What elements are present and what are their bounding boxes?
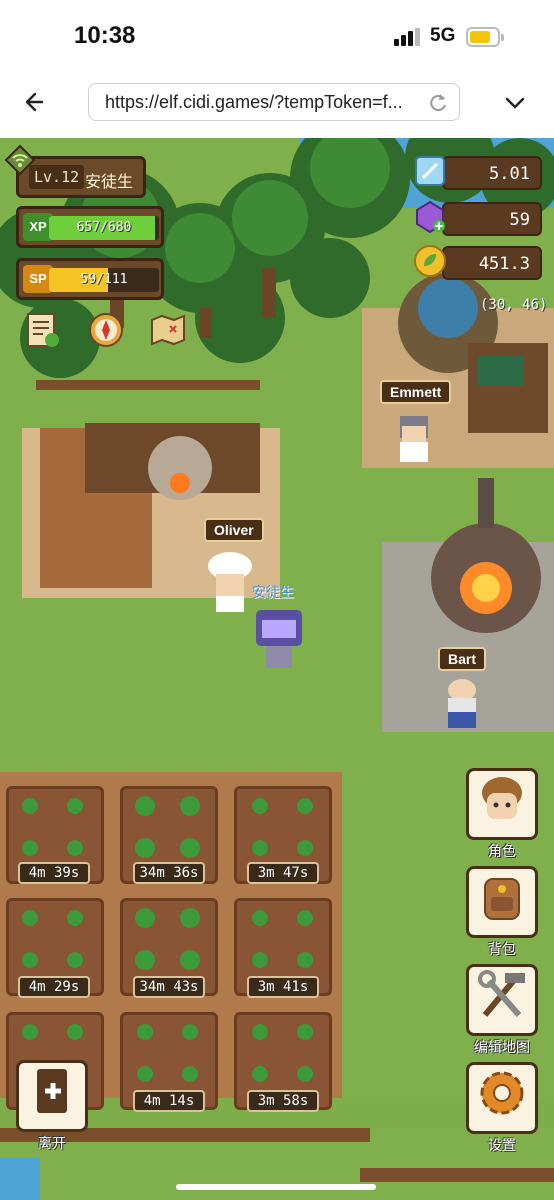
browser-toolbar: https://elf.cidi.games/?tempToken=f... [0, 76, 554, 139]
backpack-button-label: 背包 [488, 941, 516, 957]
npc-bart-sprite[interactable] [440, 676, 484, 732]
compass-icon[interactable] [86, 310, 126, 350]
xp-panel: XP 657/680 [16, 206, 164, 248]
address-bar[interactable]: https://elf.cidi.games/?tempToken=f... [88, 83, 460, 121]
gear-icon [480, 1071, 524, 1115]
player-name: 安徒生 [85, 174, 134, 191]
crop-timer: 3m 41s [247, 976, 319, 998]
back-arrow-icon[interactable] [22, 88, 50, 116]
character-button[interactable]: 角色 [466, 768, 538, 859]
url-text: https://elf.cidi.games/?tempToken=f... [105, 92, 403, 112]
crystal-value: 5.01 [489, 164, 530, 184]
gem-value: 59 [509, 210, 530, 230]
chevron-down-icon[interactable] [502, 90, 528, 116]
crop-timer: 4m 14s [133, 1090, 205, 1112]
settings-button-label: 设置 [488, 1137, 516, 1153]
status-bar: 10:38 5G [0, 0, 554, 76]
crop-timer: 34m 43s [133, 976, 205, 998]
status-time: 10:38 [74, 22, 136, 49]
leaf-coin-icon [414, 245, 446, 277]
crop-timer: 4m 39s [18, 862, 90, 884]
player-name-label: 安徒生 [252, 584, 294, 600]
edit-map-button[interactable]: 编辑地图 [466, 964, 538, 1055]
npc-oliver-label: Oliver [204, 518, 264, 542]
game-canvas[interactable]: 4m 39s 34m 36s 3m 47s 4m 29s 34m 43s 3m … [0, 138, 554, 1200]
edit-map-button-label: 编辑地图 [474, 1039, 530, 1055]
crop-timer: 34m 36s [133, 862, 205, 884]
wifi-icon [4, 144, 36, 176]
battery-icon [466, 27, 504, 47]
coin-value: 451.3 [478, 254, 530, 274]
purple-gem-icon[interactable] [413, 200, 447, 234]
crop-timer: 3m 47s [247, 862, 319, 884]
level-label: Lv.12 [29, 165, 85, 189]
ice-crystal-icon [415, 156, 445, 186]
npc-emmett-sprite[interactable] [392, 410, 436, 466]
signal-icon [394, 28, 422, 46]
xp-bar: 657/680 [49, 216, 159, 240]
character-button-label: 角色 [488, 843, 516, 859]
crop-timer: 3m 58s [247, 1090, 319, 1112]
coin-resource: 451.3 [442, 246, 542, 280]
reload-icon[interactable] [427, 91, 449, 113]
treasure-map-icon[interactable] [148, 310, 188, 350]
npc-emmett-label: Emmett [380, 380, 452, 404]
crystal-resource: 5.01 [442, 156, 542, 190]
sp-value: 59/111 [80, 272, 128, 287]
quest-scroll-icon[interactable] [22, 310, 62, 350]
hammer-wrench-icon [478, 970, 525, 1017]
leave-button-label: 离开 [38, 1135, 66, 1151]
character-portrait-icon [482, 777, 522, 819]
crop-timer: 4m 29s [18, 976, 90, 998]
leave-button[interactable]: 离开 [16, 1060, 88, 1151]
xp-value: 657/680 [76, 220, 132, 235]
sp-panel: SP 59/111 [16, 258, 164, 300]
player-robot-sprite[interactable] [250, 604, 308, 674]
backpack-icon [484, 878, 520, 920]
map-coordinates: (30, 46) [480, 297, 548, 313]
backpack-button[interactable]: 背包 [466, 866, 538, 957]
home-indicator [176, 1184, 376, 1190]
exit-door-icon [37, 1069, 67, 1113]
npc-bart-label: Bart [438, 647, 487, 671]
sp-bar: 59/111 [49, 268, 159, 292]
settings-button[interactable]: 设置 [466, 1062, 538, 1153]
network-label: 5G [430, 25, 456, 46]
gem-resource: 59 [442, 202, 542, 236]
